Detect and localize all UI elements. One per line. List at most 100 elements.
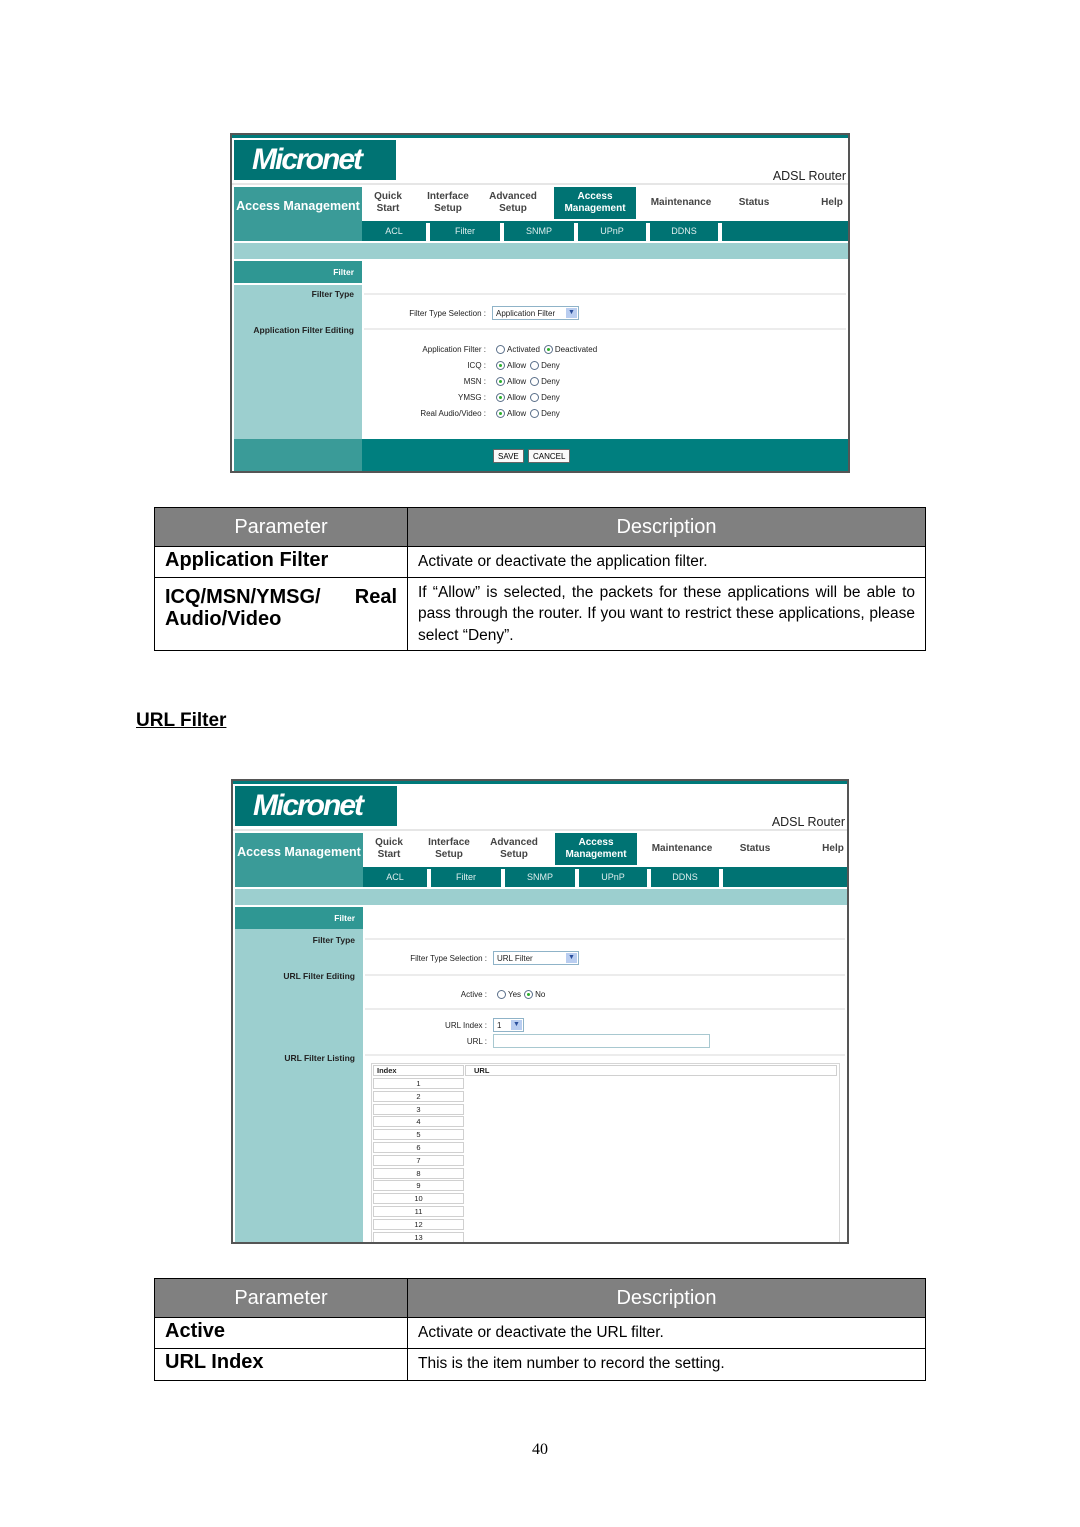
- param-name: ICQ/MSN/YMSG/ Real Audio/Video: [154, 576, 408, 651]
- content-top-band: [235, 889, 847, 905]
- router-screenshot-url-filter: Micronet ADSL Router Access Management Q…: [231, 779, 849, 1244]
- left-label-editing: URL Filter Editing: [283, 971, 355, 981]
- listing-index-cell: 9: [373, 1180, 464, 1192]
- radio-msn-deny-label: Deny: [541, 377, 560, 386]
- url-input[interactable]: [493, 1034, 710, 1048]
- sub-tab-snmp[interactable]: SNMP: [504, 221, 574, 241]
- url-index-select[interactable]: 1 ▼: [493, 1018, 524, 1032]
- row-divider: [365, 1008, 845, 1010]
- param-description: Activate or deactivate the URL filter.: [407, 1317, 926, 1349]
- table-row: Application Filter Activate or deactivat…: [154, 546, 926, 578]
- section-heading-url-filter: URL Filter: [136, 710, 227, 731]
- top-accent-bar: [232, 135, 848, 138]
- nav-tab-access-management[interactable]: Access Management: [555, 833, 637, 865]
- footer-bar: SAVE CANCEL: [234, 439, 848, 471]
- product-name: ADSL Router: [772, 169, 846, 183]
- table-row: Active Activate or deactivate the URL fi…: [154, 1317, 926, 1349]
- row-divider: [364, 328, 846, 330]
- radio-icq-allow-label: Allow: [507, 361, 527, 370]
- radio-ymsg-deny[interactable]: [530, 393, 540, 402]
- listing-index-cell: 6: [373, 1142, 464, 1153]
- nav-tab-status[interactable]: Status: [724, 187, 784, 219]
- active-label: Active :: [460, 990, 487, 999]
- real-audio-video-label: Real Audio/Video :: [420, 409, 486, 418]
- nav-tab-maintenance[interactable]: Maintenance: [642, 187, 720, 219]
- listing-index-cell: 10: [373, 1193, 464, 1205]
- listing-index-cell: 3: [373, 1103, 464, 1115]
- listing-index-cell: 11: [373, 1206, 464, 1217]
- nav-tab-help[interactable]: Help: [803, 833, 847, 865]
- url-index-select-value: 1: [497, 1021, 502, 1030]
- left-label-editing: Application Filter Editing: [253, 325, 354, 335]
- listing-index-cell: 8: [373, 1167, 464, 1179]
- row-divider: [365, 1054, 845, 1056]
- radio-activated[interactable]: [496, 345, 505, 354]
- row-divider: [364, 293, 846, 295]
- filter-type-selection-label: Filter Type Selection :: [410, 954, 487, 963]
- row-divider: [365, 938, 845, 940]
- param-description: This is the item number to record the se…: [407, 1347, 926, 1381]
- nav-tab-advanced-setup[interactable]: Advanced Setup: [483, 833, 545, 865]
- column-header-index: Index: [373, 1065, 464, 1076]
- nav-tab-quick-start[interactable]: Quick Start: [363, 833, 415, 865]
- application-filter-options: Activated Deactivated: [496, 345, 597, 354]
- radio-active-no[interactable]: [524, 990, 534, 999]
- nav-tab-advanced-setup[interactable]: Advanced Setup: [482, 187, 544, 219]
- column-header-parameter: Parameter: [154, 1278, 408, 1318]
- radio-msn-allow[interactable]: [496, 377, 505, 386]
- filter-type-select-value: URL Filter: [497, 954, 533, 963]
- sub-tab-ddns[interactable]: DDNS: [650, 221, 718, 241]
- page-number: 40: [532, 1441, 548, 1458]
- url-filter-listing-table: Index URL 1 2 3 4 5 6 7 8 9 10 11 12 13: [371, 1063, 840, 1242]
- radio-msn-deny[interactable]: [530, 377, 540, 386]
- ymsg-options: Allow Deny: [496, 393, 560, 402]
- sub-tab-acl[interactable]: ACL: [362, 221, 426, 241]
- param-name-line1: ICQ/MSN/YMSG/ Real: [165, 585, 397, 608]
- chevron-down-icon: ▼: [511, 1020, 522, 1030]
- radio-rav-deny-label: Deny: [541, 409, 560, 418]
- left-label-filter-type: Filter Type: [311, 289, 354, 299]
- sub-tab-acl[interactable]: ACL: [363, 867, 427, 887]
- nav-tab-interface-setup[interactable]: Interface Setup: [419, 833, 479, 865]
- sub-tab-upnp[interactable]: UPnP: [579, 867, 647, 887]
- sub-tab-ddns[interactable]: DDNS: [651, 867, 719, 887]
- radio-deactivated[interactable]: [543, 345, 553, 354]
- param-description: Activate or deactivate the application f…: [407, 546, 926, 578]
- router-screenshot-application-filter: Micronet ADSL Router Access Management Q…: [230, 133, 850, 473]
- radio-icq-deny[interactable]: [530, 361, 540, 370]
- listing-index-cell: 4: [373, 1116, 464, 1128]
- nav-tab-help[interactable]: Help: [802, 187, 848, 219]
- radio-deactivated-label: Deactivated: [554, 345, 598, 354]
- param-description: If “Allow” is selected, the packets for …: [407, 576, 926, 651]
- radio-rav-deny[interactable]: [530, 409, 540, 418]
- filter-type-select[interactable]: URL Filter ▼: [493, 951, 579, 965]
- filter-type-select[interactable]: Application Filter ▼: [492, 306, 579, 320]
- radio-msn-allow-label: Allow: [507, 377, 527, 386]
- micronet-logo: Micronet: [235, 786, 397, 826]
- radio-rav-allow[interactable]: [496, 409, 505, 418]
- sub-tab-separator: [718, 223, 722, 241]
- sub-tab-upnp[interactable]: UPnP: [578, 221, 646, 241]
- radio-active-yes[interactable]: [497, 990, 506, 999]
- table-row: URL Index This is the item number to rec…: [154, 1347, 926, 1381]
- nav-tab-interface-setup[interactable]: Interface Setup: [418, 187, 478, 219]
- left-label-column: Filter Type URL Filter Editing URL Filte…: [235, 929, 363, 1242]
- ymsg-label: YMSG :: [457, 393, 486, 402]
- nav-tab-quick-start[interactable]: Quick Start: [362, 187, 414, 219]
- parameter-table-url-filter: Parameter Description Active Activate or…: [154, 1278, 926, 1381]
- save-button[interactable]: SAVE: [493, 449, 524, 463]
- nav-tab-maintenance[interactable]: Maintenance: [643, 833, 721, 865]
- nav-tab-status[interactable]: Status: [725, 833, 785, 865]
- section-title: Access Management: [234, 187, 362, 241]
- sub-tab-snmp[interactable]: SNMP: [505, 867, 575, 887]
- cancel-button[interactable]: CANCEL: [528, 449, 571, 463]
- sub-tab-filter[interactable]: Filter: [430, 221, 500, 241]
- radio-ymsg-deny-label: Deny: [541, 393, 560, 402]
- section-title: Access Management: [235, 833, 363, 887]
- sub-tab-filter[interactable]: Filter: [431, 867, 501, 887]
- radio-ymsg-allow[interactable]: [496, 393, 505, 402]
- radio-icq-allow[interactable]: [496, 361, 505, 370]
- nav-tab-access-management[interactable]: Access Management: [554, 187, 636, 219]
- header-divider: [233, 829, 847, 831]
- icq-label: ICQ :: [467, 361, 486, 370]
